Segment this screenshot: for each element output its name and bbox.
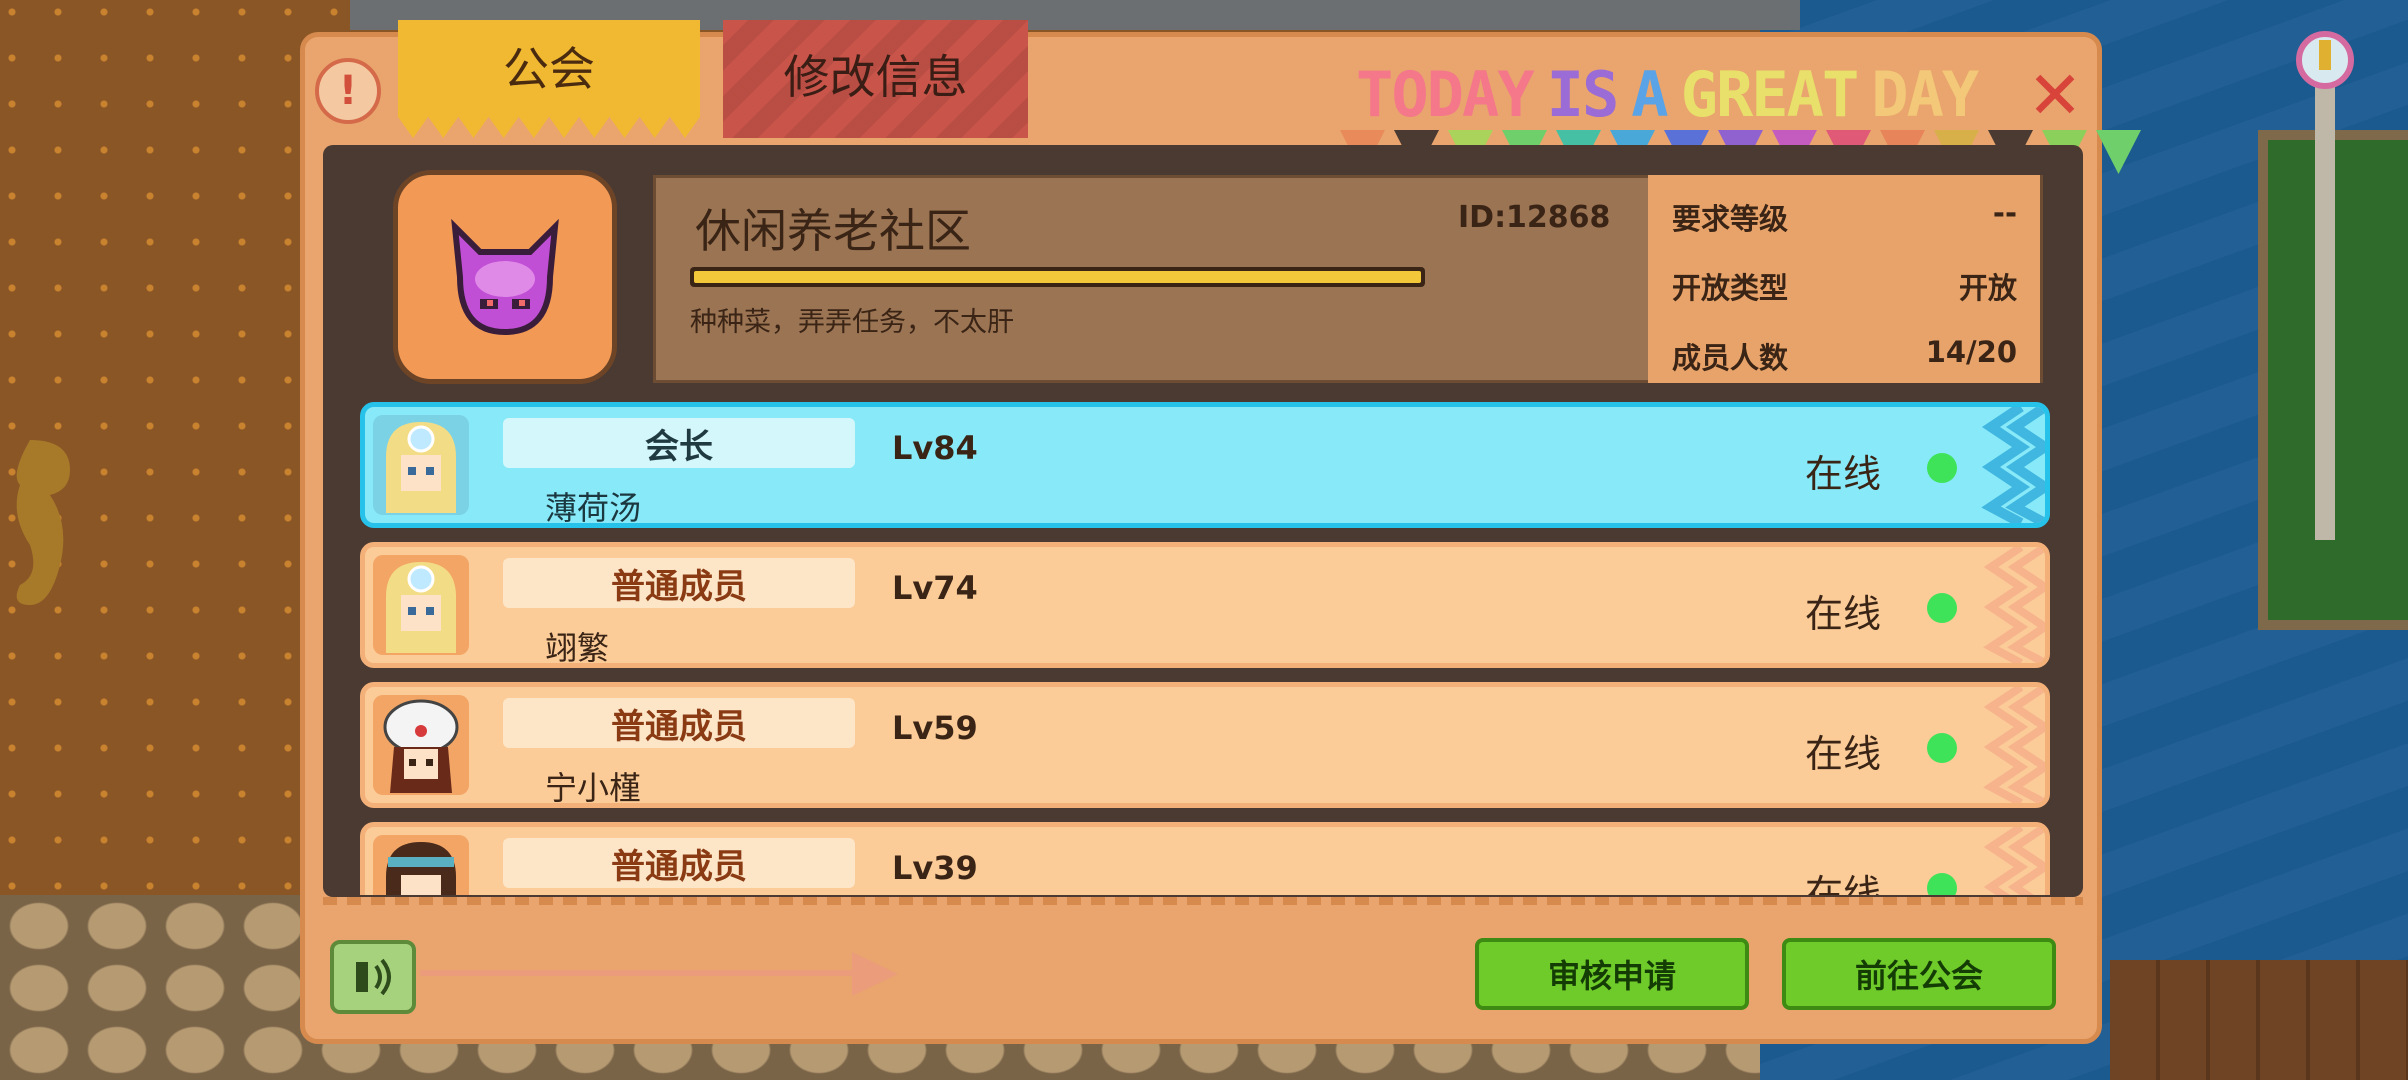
banner-letter: S bbox=[1581, 58, 1619, 131]
stat-value: 14/20 bbox=[1925, 335, 2017, 369]
guild-name: 休闲养老社区 bbox=[695, 204, 971, 258]
member-level: Lv84 bbox=[892, 429, 978, 467]
blonde-girl-avatar-icon bbox=[386, 422, 456, 513]
banner-letter bbox=[1667, 58, 1681, 128]
close-icon: ✕ bbox=[2027, 56, 2083, 134]
banner-letter: G bbox=[1680, 58, 1718, 131]
banner-letter bbox=[1857, 58, 1871, 128]
banner-letter bbox=[1533, 58, 1547, 128]
speaker-icon bbox=[356, 958, 391, 996]
banner-letter: A bbox=[1461, 58, 1499, 131]
purple-demon-icon bbox=[451, 218, 559, 336]
role-chip: 会长 bbox=[503, 418, 855, 468]
lighthouse-tower bbox=[2296, 31, 2354, 540]
member-row[interactable]: 普通成员 Lv39 在线 bbox=[360, 822, 2050, 895]
avatar bbox=[373, 555, 469, 655]
stat-member-count: 成员人数 14/20 bbox=[1672, 335, 2017, 377]
stat-value: 开放 bbox=[1958, 271, 2017, 305]
banner-letter: A bbox=[1631, 58, 1668, 131]
guild-emblem-avatar[interactable] bbox=[393, 170, 617, 384]
member-status: 在线 bbox=[1805, 872, 1882, 895]
stat-label: 开放类型 bbox=[1672, 271, 1789, 305]
tab-edit-info[interactable]: 修改信息 bbox=[723, 20, 1028, 138]
online-dot-icon bbox=[1927, 453, 1957, 483]
zigzag-decoration-icon bbox=[1981, 407, 2045, 523]
online-dot-icon bbox=[1927, 593, 1957, 623]
member-level: Lv59 bbox=[892, 709, 978, 747]
review-applications-button[interactable]: 审核申请 bbox=[1475, 938, 1749, 1010]
zigzag-decoration-icon bbox=[1983, 827, 2045, 895]
help-button[interactable]: ! bbox=[315, 58, 381, 124]
member-status: 在线 bbox=[1805, 452, 1882, 496]
guild-id: ID:12868 bbox=[1458, 200, 1611, 235]
voice-button[interactable] bbox=[330, 940, 416, 1014]
guild-exp-fill bbox=[694, 271, 1421, 283]
banner-letter: Y bbox=[1941, 58, 1979, 131]
member-row[interactable]: 普通成员 翊繁 Lv74 在线 bbox=[360, 542, 2050, 668]
banner-letter: D bbox=[1426, 58, 1464, 131]
stat-value: -- bbox=[1992, 196, 2017, 230]
white-hat-girl-avatar-icon bbox=[383, 699, 459, 793]
online-dot-icon bbox=[1927, 733, 1957, 763]
seahorse-creature bbox=[16, 440, 71, 605]
member-row[interactable]: 会长 薄荷汤 Lv84 在线 bbox=[360, 402, 2050, 528]
chat-arrow-line bbox=[420, 970, 880, 976]
close-button[interactable]: ✕ bbox=[2020, 57, 2090, 134]
avatar bbox=[373, 835, 469, 895]
stat-required-level: 要求等级 -- bbox=[1672, 196, 2017, 238]
member-status: 在线 bbox=[1805, 592, 1882, 636]
blonde-girl-avatar-icon bbox=[386, 562, 456, 653]
member-level: Lv39 bbox=[892, 849, 978, 887]
banner-letter: O bbox=[1391, 58, 1428, 131]
avatar bbox=[373, 415, 469, 515]
banner-letter: Y bbox=[1497, 58, 1534, 131]
role-chip: 普通成员 bbox=[503, 838, 855, 888]
banner-letter: D bbox=[1871, 58, 1908, 131]
avatar bbox=[373, 695, 469, 795]
member-level: Lv74 bbox=[892, 569, 978, 607]
footer-divider bbox=[323, 897, 2083, 905]
stat-open-type: 开放类型 开放 bbox=[1672, 265, 2017, 307]
guild-exp-bar bbox=[690, 267, 1425, 287]
online-dot-icon bbox=[1927, 873, 1957, 895]
role-chip: 普通成员 bbox=[503, 698, 855, 748]
arrow-right-icon bbox=[852, 952, 898, 996]
banner-letter: A bbox=[1906, 58, 1944, 131]
banner-letter: T bbox=[1356, 58, 1393, 131]
member-name: 薄荷汤 bbox=[545, 489, 642, 527]
bunting-flag bbox=[2096, 130, 2141, 174]
dark-hair-avatar-icon bbox=[386, 842, 456, 895]
exclamation-icon: ! bbox=[338, 68, 358, 114]
member-name: 翊繁 bbox=[545, 629, 610, 667]
member-list[interactable]: 会长 薄荷汤 Lv84 在线 普通成员 翊繁 Lv74 在线 普通成员 宁小槿 … bbox=[323, 395, 2083, 895]
banner-letter: E bbox=[1751, 58, 1788, 131]
role-chip: 普通成员 bbox=[503, 558, 855, 608]
zigzag-decoration-icon bbox=[1983, 547, 2045, 663]
stat-label: 成员人数 bbox=[1672, 341, 1789, 375]
banner-letter: A bbox=[1786, 58, 1824, 131]
wooden-dock-background bbox=[2110, 960, 2408, 1080]
member-row[interactable]: 普通成员 宁小槿 Lv59 在线 bbox=[360, 682, 2050, 808]
banner-letter: T bbox=[1821, 58, 1859, 131]
banner-letter: R bbox=[1715, 58, 1753, 131]
banner-letter: I bbox=[1546, 58, 1584, 131]
zigzag-decoration-icon bbox=[1983, 687, 2045, 803]
stat-label: 要求等级 bbox=[1672, 202, 1789, 236]
go-to-guild-button[interactable]: 前往公会 bbox=[1782, 938, 2056, 1010]
member-status: 在线 bbox=[1805, 732, 1882, 776]
guild-motto: 种种菜，弄弄任务，不太肝 bbox=[690, 307, 1014, 338]
member-name: 宁小槿 bbox=[545, 769, 642, 807]
banner-letter bbox=[1617, 58, 1631, 128]
today-banner: TODAY IS A GREAT DAY bbox=[1356, 58, 1979, 131]
